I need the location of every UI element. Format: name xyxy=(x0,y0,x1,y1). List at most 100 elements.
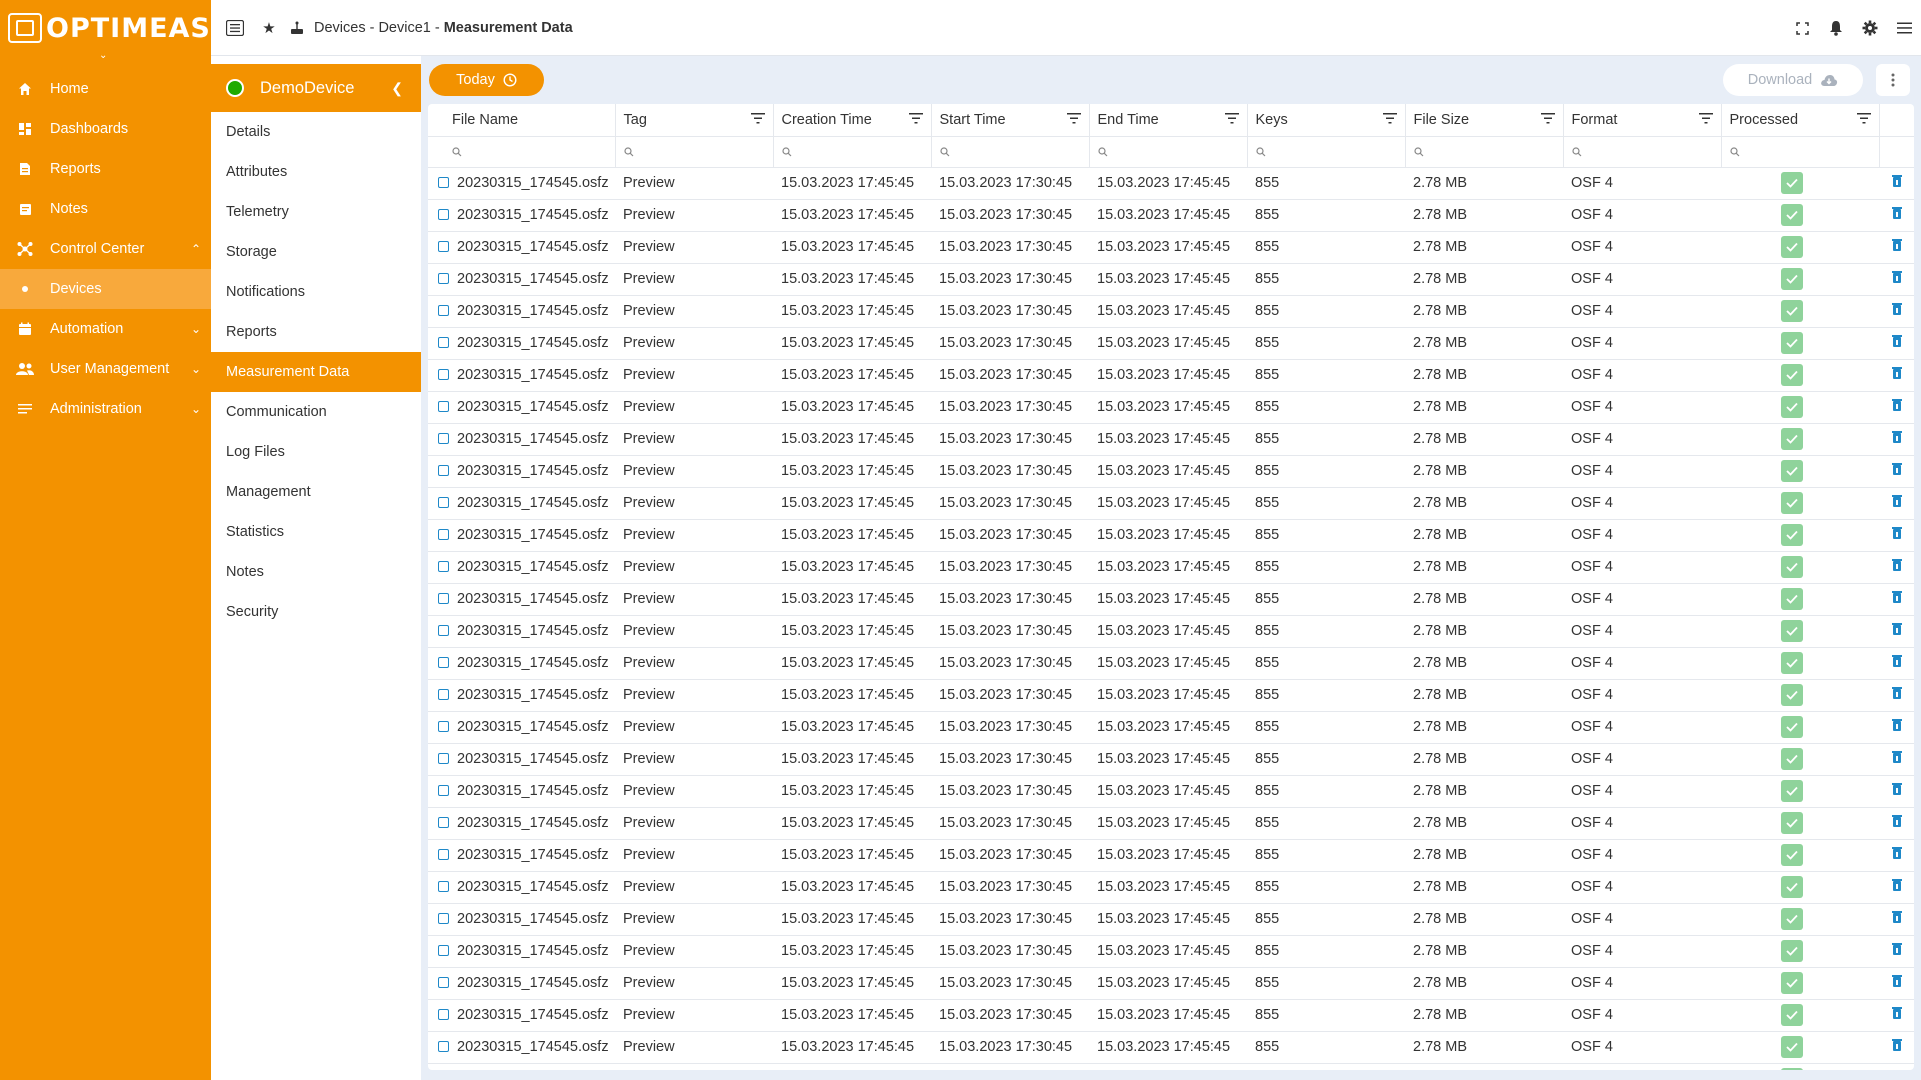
column-header-creation-time[interactable]: Creation Time xyxy=(773,104,932,137)
cell-file-text[interactable]: 20230315_174545.osfz xyxy=(457,751,609,767)
filter-icon[interactable] xyxy=(1698,113,1713,125)
filter-icon[interactable] xyxy=(750,113,765,125)
cell-file-text[interactable]: 20230315_174545.osfz xyxy=(457,623,609,639)
table-row[interactable]: 20230315_174545.osfz Preview 15.03.2023 17… xyxy=(428,359,1914,392)
column-search-input[interactable] xyxy=(1089,136,1248,168)
column-search-input[interactable] xyxy=(428,136,616,168)
row-checkbox[interactable] xyxy=(438,1009,449,1020)
column-header-file-name[interactable]: File Name xyxy=(428,104,616,137)
row-checkbox[interactable] xyxy=(438,529,449,540)
filter-icon[interactable] xyxy=(1856,113,1871,125)
row-checkbox[interactable] xyxy=(438,337,449,348)
table-row[interactable]: 20230315_174545.osfz Preview 15.03.2023 17… xyxy=(428,295,1914,328)
cell-file-text[interactable]: 20230315_174545.osfz xyxy=(457,175,609,191)
table-row[interactable]: 20230315_174545.osfz Preview 15.03.2023 17… xyxy=(428,711,1914,744)
row-checkbox[interactable] xyxy=(438,593,449,604)
table-row[interactable]: 20230315_174545.osfz Preview 15.03.2023 17… xyxy=(428,263,1914,296)
cell-file-text[interactable]: 20230315_174545.osfz xyxy=(457,399,609,415)
filter-icon[interactable] xyxy=(908,113,923,125)
cell-file-text[interactable]: 20230315_174545.osfz xyxy=(457,463,609,479)
more-options-button[interactable] xyxy=(1876,64,1910,96)
cell-file-text[interactable]: 20230315_174545.osfz xyxy=(457,1039,609,1055)
cell-file-text[interactable]: 20230315_174545.osfz xyxy=(457,975,609,991)
table-row[interactable]: 20230315_174545.osfz Preview 15.03.2023 17… xyxy=(428,967,1914,1000)
row-checkbox[interactable] xyxy=(438,305,449,316)
trash-icon[interactable] xyxy=(1892,207,1902,219)
trash-icon[interactable] xyxy=(1892,623,1902,635)
row-checkbox[interactable] xyxy=(438,561,449,572)
table-row[interactable]: 20230315_174545.osfz Preview 15.03.2023 17… xyxy=(428,1031,1914,1064)
table-row[interactable]: 20230315_174545.osfz Preview 15.03.2023 17… xyxy=(428,583,1914,616)
trash-icon[interactable] xyxy=(1892,367,1902,379)
subnav-item-reports[interactable]: Reports xyxy=(211,312,421,352)
row-checkbox[interactable] xyxy=(438,817,449,828)
subnav-item-statistics[interactable]: Statistics xyxy=(211,512,421,552)
row-checkbox[interactable] xyxy=(438,1041,449,1052)
row-checkbox[interactable] xyxy=(438,881,449,892)
table-row[interactable]: 20230315_174545.osfz Preview 15.03.2023 17… xyxy=(428,391,1914,424)
trash-icon[interactable] xyxy=(1892,783,1902,795)
cell-file-text[interactable]: 20230315_174545.osfz xyxy=(457,719,609,735)
row-checkbox[interactable] xyxy=(438,977,449,988)
chevron-down-icon[interactable]: ⌄ xyxy=(191,362,201,376)
row-checkbox[interactable] xyxy=(438,465,449,476)
column-header-processed[interactable]: Processed xyxy=(1721,104,1880,137)
column-header-file-size[interactable]: File Size xyxy=(1405,104,1564,137)
table-row[interactable]: 20230315_174545.osfz Preview 15.03.2023 17… xyxy=(428,743,1914,776)
hamburger-menu-icon[interactable] xyxy=(1893,17,1915,39)
cell-file-text[interactable]: 20230315_174545.osfz xyxy=(457,1007,609,1023)
trash-icon[interactable] xyxy=(1892,463,1902,475)
cell-file-text[interactable]: 20230315_174545.osfz xyxy=(457,591,609,607)
row-checkbox[interactable] xyxy=(438,433,449,444)
chevron-down-icon[interactable]: ⌄ xyxy=(191,402,201,416)
trash-icon[interactable] xyxy=(1892,1007,1902,1019)
column-search-input[interactable] xyxy=(931,136,1090,168)
table-row[interactable]: 20230315_174545.osfz Preview 15.03.2023 17… xyxy=(428,487,1914,520)
cell-file-text[interactable]: 20230315_174545.osfz xyxy=(457,335,609,351)
cell-file-text[interactable]: 20230315_174545.osfz xyxy=(457,655,609,671)
trash-icon[interactable] xyxy=(1892,559,1902,571)
table-row[interactable]: 20230315_174545.osfz Preview 15.03.2023 17… xyxy=(428,167,1914,200)
table-row[interactable]: 20230315_174545.osfz Preview 15.03.2023 17… xyxy=(428,647,1914,680)
trash-icon[interactable] xyxy=(1892,399,1902,411)
column-search-input[interactable] xyxy=(773,136,932,168)
subnav-item-notifications[interactable]: Notifications xyxy=(211,272,421,312)
chevron-down-icon[interactable]: ⌄ xyxy=(191,322,201,336)
column-search-input[interactable] xyxy=(1405,136,1564,168)
table-row[interactable]: 20230315_174545.osfz Preview 15.03.2023 17… xyxy=(428,903,1914,936)
today-button[interactable]: Today xyxy=(429,64,544,96)
table-row[interactable]: 20230315_174545.osfz Preview 15.03.2023 17… xyxy=(428,231,1914,264)
table-row[interactable]: 20230315_174545.osfz Preview 15.03.2023 17… xyxy=(428,871,1914,904)
row-checkbox[interactable] xyxy=(438,625,449,636)
table-row[interactable]: 20230315_174545.osfz Preview 15.03.2023 17… xyxy=(428,519,1914,552)
trash-icon[interactable] xyxy=(1892,911,1902,923)
trash-icon[interactable] xyxy=(1892,879,1902,891)
trash-icon[interactable] xyxy=(1892,815,1902,827)
row-checkbox[interactable] xyxy=(438,209,449,220)
row-checkbox[interactable] xyxy=(438,177,449,188)
table-row[interactable]: 20230315_174545.osfz Preview 15.03.2023 17… xyxy=(428,839,1914,872)
sidebar-item-user-management[interactable]: User Management ⌄ xyxy=(0,349,211,389)
row-checkbox[interactable] xyxy=(438,273,449,284)
table-row[interactable]: 20230315_174545.osfz Preview 15.03.2023 17… xyxy=(428,423,1914,456)
trash-icon[interactable] xyxy=(1892,239,1902,251)
table-row[interactable]: 20230315_174545.osfz Preview 15.03.2023 17… xyxy=(428,551,1914,584)
cell-file-text[interactable]: 20230315_174545.osfz xyxy=(457,879,609,895)
trash-icon[interactable] xyxy=(1892,751,1902,763)
row-checkbox[interactable] xyxy=(438,913,449,924)
menu-toggle-icon[interactable] xyxy=(224,17,246,39)
trash-icon[interactable] xyxy=(1892,175,1902,187)
subnav-item-security[interactable]: Security xyxy=(211,592,421,632)
filter-icon[interactable] xyxy=(1540,113,1555,125)
sidebar-item-home[interactable]: Home xyxy=(0,69,211,109)
trash-icon[interactable] xyxy=(1892,335,1902,347)
sidebar-item-automation[interactable]: Automation ⌄ xyxy=(0,309,211,349)
column-search-input[interactable] xyxy=(615,136,774,168)
sidebar-item-notes[interactable]: Notes xyxy=(0,189,211,229)
subnav-item-log-files[interactable]: Log Files xyxy=(211,432,421,472)
cell-file-text[interactable]: 20230315_174545.osfz xyxy=(457,527,609,543)
cell-file-text[interactable]: 20230315_174545.osfz xyxy=(457,687,609,703)
cell-file-text[interactable]: 20230315_174545.osfz xyxy=(457,303,609,319)
trash-icon[interactable] xyxy=(1892,1039,1902,1051)
sidebar-item-dashboards[interactable]: Dashboards xyxy=(0,109,211,149)
